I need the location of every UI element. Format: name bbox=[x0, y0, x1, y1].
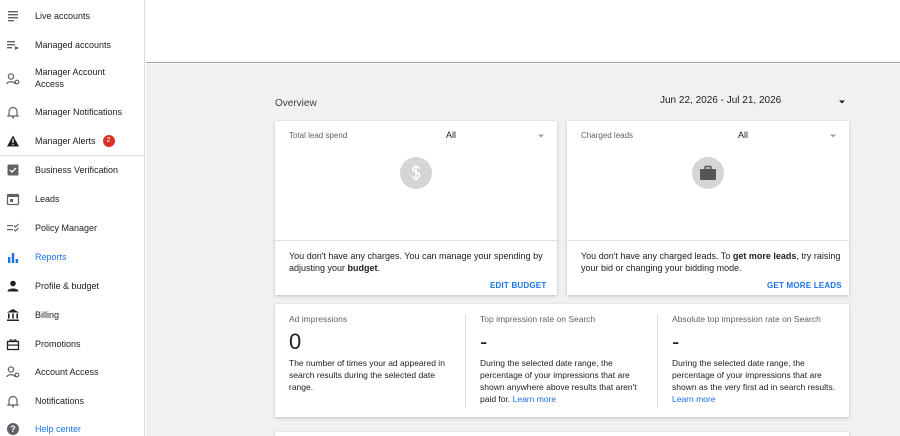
learn-more-link[interactable]: Learn more bbox=[672, 394, 715, 404]
budget-emphasis: budget bbox=[347, 263, 378, 273]
sidebar-item-live-accounts[interactable]: Live accounts bbox=[0, 8, 145, 24]
get-more-leads-emphasis: get more leads bbox=[732, 251, 797, 261]
sidebar-item-help-center[interactable]: ? Help center bbox=[0, 422, 145, 436]
edit-budget-button[interactable]: EDIT BUDGET bbox=[490, 281, 546, 290]
sidebar-item-account-access[interactable]: Account Access bbox=[0, 364, 145, 380]
calendar-icon bbox=[6, 192, 20, 206]
dollar-icon bbox=[400, 157, 432, 189]
sidebar-item-business-verification[interactable]: Business Verification bbox=[0, 162, 145, 178]
learn-more-link[interactable]: Learn more bbox=[513, 394, 556, 404]
lead-spend-filter[interactable]: All bbox=[446, 130, 456, 140]
date-range-selector[interactable]: Jun 22, 2026 - Jul 21, 2026 bbox=[660, 95, 781, 106]
sidebar-item-manager-notifications[interactable]: Manager Notifications bbox=[0, 104, 145, 120]
metric-title: Absolute top impression rate on Search bbox=[672, 314, 821, 324]
message-text: You don't have any charged leads. To bbox=[581, 251, 733, 261]
message-text: You don't have any charges. You can mana… bbox=[289, 251, 543, 273]
account-access-icon bbox=[6, 365, 20, 379]
warning-icon bbox=[6, 134, 20, 148]
top-impression-rate-metric: Top impression rate on Search - During t… bbox=[466, 304, 657, 417]
bank-icon bbox=[6, 308, 20, 322]
metric-description-text: During the selected date range, the perc… bbox=[672, 358, 835, 392]
bar-chart-icon bbox=[6, 250, 20, 264]
lead-spend-message: You don't have any charges. You can mana… bbox=[289, 250, 545, 274]
card-divider bbox=[275, 240, 557, 241]
lead-spend-card: Total lead spend All You don't have any … bbox=[275, 121, 557, 295]
bell-icon bbox=[6, 105, 20, 119]
sidebar-item-billing[interactable]: Billing bbox=[0, 307, 145, 323]
person-icon bbox=[6, 279, 20, 293]
metric-description: During the selected date range, the perc… bbox=[672, 357, 844, 405]
metric-description: The number of times your ad appeared in … bbox=[289, 358, 445, 392]
sidebar-item-manager-alerts[interactable]: Manager Alerts 2 bbox=[0, 133, 145, 149]
sidebar-item-managed-accounts[interactable]: Managed accounts bbox=[0, 37, 145, 53]
sidebar-item-profile-budget[interactable]: Profile & budget bbox=[0, 278, 145, 294]
sidebar-item-reports[interactable]: Reports bbox=[0, 249, 145, 265]
sidebar-item-label: Live accounts bbox=[35, 11, 91, 21]
sidebar-item-promotions[interactable]: Promotions bbox=[0, 336, 145, 352]
sidebar-item-label: Notifications bbox=[35, 396, 85, 406]
sidebar-item-label: Manager Alerts 2 bbox=[35, 135, 135, 148]
charged-leads-message: You don't have any charged leads. To get… bbox=[581, 250, 841, 274]
sidebar-item-notifications[interactable]: Notifications bbox=[0, 393, 145, 409]
charged-leads-card: Charged leads All You don't have any cha… bbox=[567, 121, 849, 295]
help-icon: ? bbox=[6, 422, 20, 436]
checkbox-icon bbox=[6, 163, 20, 177]
alert-count-badge: 2 bbox=[102, 135, 115, 148]
card-title: Total lead spend bbox=[289, 131, 348, 140]
sidebar-item-label: Leads bbox=[35, 194, 60, 204]
metric-value: - bbox=[672, 329, 680, 354]
sidebar-item-manager-account-access[interactable]: Manager Account Access bbox=[0, 66, 145, 92]
next-card-partial bbox=[275, 432, 849, 436]
sidebar-item-label: Billing bbox=[35, 310, 60, 320]
sidebar-item-label: Help center bbox=[35, 424, 82, 434]
sidebar-item-label: Policy Manager bbox=[35, 223, 98, 233]
svg-text:?: ? bbox=[10, 424, 16, 434]
card-divider bbox=[567, 240, 849, 241]
chevron-down-icon[interactable] bbox=[837, 97, 847, 107]
chevron-down-icon[interactable] bbox=[829, 132, 837, 140]
sidebar-item-label: Profile & budget bbox=[35, 281, 100, 291]
sidebar: Live accounts Managed accounts Manager A… bbox=[0, 0, 145, 436]
sidebar-item-label: Managed accounts bbox=[35, 40, 112, 50]
ad-impressions-metric: Ad impressions 0 The number of times you… bbox=[275, 304, 465, 417]
sidebar-item-policy-manager[interactable]: Policy Manager bbox=[0, 220, 145, 236]
bell-icon bbox=[6, 394, 20, 408]
list-icon bbox=[6, 9, 20, 23]
card-title: Charged leads bbox=[581, 131, 634, 140]
metric-title: Top impression rate on Search bbox=[480, 314, 596, 324]
checklist-icon bbox=[6, 221, 20, 235]
sidebar-divider bbox=[0, 155, 145, 156]
sidebar-item-label: Reports bbox=[35, 252, 67, 262]
top-bar bbox=[146, 0, 900, 63]
overview-heading: Overview bbox=[275, 98, 317, 109]
metric-title: Ad impressions bbox=[289, 314, 348, 324]
sidebar-item-label: Account Access bbox=[35, 367, 99, 377]
briefcase-icon bbox=[692, 157, 724, 189]
metric-value: 0 bbox=[289, 329, 302, 354]
sidebar-item-label: Manager Notifications bbox=[35, 107, 123, 117]
metric-description: During the selected date range, the perc… bbox=[480, 357, 650, 405]
sidebar-item-leads[interactable]: Leads bbox=[0, 191, 145, 207]
sidebar-item-label: Manager Account Access bbox=[35, 67, 106, 89]
absolute-top-impression-rate-metric: Absolute top impression rate on Search -… bbox=[658, 304, 849, 417]
sidebar-item-label: Promotions bbox=[35, 339, 81, 349]
chevron-down-icon[interactable] bbox=[537, 132, 545, 140]
sidebar-item-label: Business Verification bbox=[35, 165, 119, 175]
metrics-card: Ad impressions 0 The number of times you… bbox=[275, 304, 849, 417]
metric-description-text: During the selected date range, the perc… bbox=[480, 358, 637, 404]
playlist-icon bbox=[6, 38, 20, 52]
get-more-leads-button[interactable]: GET MORE LEADS bbox=[767, 281, 842, 290]
manage-accounts-icon bbox=[6, 72, 20, 86]
message-text: . bbox=[377, 263, 381, 273]
manager-alerts-text: Manager Alerts bbox=[35, 135, 96, 146]
metric-value: - bbox=[480, 329, 488, 354]
gift-icon bbox=[6, 337, 20, 351]
main-content: Overview Jun 22, 2026 - Jul 21, 2026 Tot… bbox=[146, 64, 900, 436]
charged-leads-filter[interactable]: All bbox=[738, 130, 748, 140]
